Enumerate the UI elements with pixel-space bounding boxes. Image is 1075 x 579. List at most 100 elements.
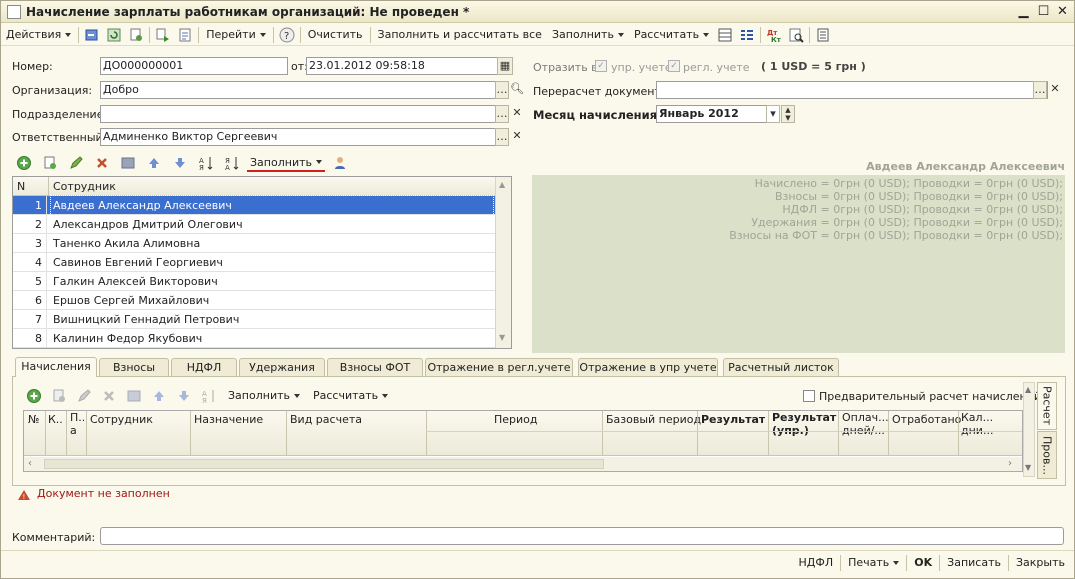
- comment-field[interactable]: [100, 527, 1064, 545]
- search-icon[interactable]: 🔍︎: [509, 81, 525, 99]
- chevron-down-icon[interactable]: ▾: [766, 105, 780, 123]
- clear-button[interactable]: Очистить: [303, 25, 368, 45]
- movements-icon[interactable]: [176, 26, 194, 44]
- description-icon[interactable]: [814, 26, 832, 44]
- edit-icon[interactable]: [75, 387, 93, 405]
- ok-button[interactable]: OK: [909, 553, 937, 573]
- column-header-employee[interactable]: Сотрудник: [90, 411, 153, 429]
- sort-asc-icon[interactable]: АЯ: [200, 387, 218, 405]
- tab-2[interactable]: Взносы: [99, 358, 169, 376]
- refresh-icon[interactable]: [105, 26, 123, 44]
- column-header-calendar-days[interactable]: Кал... дни...: [961, 411, 997, 437]
- scroll-thumb[interactable]: [44, 459, 604, 469]
- tab-7[interactable]: Отражение в упр учете: [578, 358, 718, 376]
- table-row[interactable]: 2 Александров Дмитрий Олегович: [13, 215, 495, 234]
- number-field[interactable]: ДО000000001: [100, 57, 288, 75]
- close-icon[interactable]: ✕: [1054, 4, 1071, 20]
- move-up-icon[interactable]: [145, 154, 163, 172]
- column-header-worked[interactable]: Отработано: [892, 411, 961, 429]
- column-header-calc-type[interactable]: Вид расчета: [290, 411, 362, 429]
- scroll-down-icon[interactable]: ▼: [1025, 463, 1031, 472]
- column-header-result-mgmt[interactable]: Результат (упр.): [772, 411, 838, 437]
- employees-fill-menu[interactable]: Заполнить: [247, 155, 325, 172]
- scroll-down-icon[interactable]: ▼: [499, 333, 505, 342]
- select-button[interactable]: …: [1033, 81, 1047, 99]
- move-up-icon[interactable]: [150, 387, 168, 405]
- scroll-right-icon[interactable]: ›: [1008, 458, 1012, 469]
- side-tab-postings[interactable]: Пров...: [1037, 431, 1057, 479]
- organization-field[interactable]: Добро: [100, 81, 497, 99]
- recalc-field[interactable]: [656, 81, 1048, 99]
- end-edit-icon[interactable]: [125, 387, 143, 405]
- scroll-up-icon[interactable]: ▲: [1025, 385, 1031, 394]
- select-button[interactable]: …: [495, 81, 509, 99]
- structure-icon[interactable]: [154, 26, 172, 44]
- tab-5[interactable]: Взносы ФОТ: [327, 358, 423, 376]
- table-row[interactable]: 1 Авдеев Александр Алексеевич: [13, 195, 495, 216]
- move-down-icon[interactable]: [171, 154, 189, 172]
- close-button[interactable]: Закрыть: [1011, 553, 1070, 573]
- column-header-purpose[interactable]: Назначение: [194, 411, 263, 429]
- accruals-hscrollbar[interactable]: ‹ ›: [24, 457, 1022, 471]
- edit-icon[interactable]: [67, 154, 85, 172]
- column-header-p[interactable]: П.. а: [70, 411, 84, 437]
- accruals-vscrollbar[interactable]: ▲ ▼: [1023, 382, 1035, 477]
- actions-menu[interactable]: Действия: [1, 25, 76, 45]
- ndfl-button[interactable]: НДФЛ: [794, 553, 839, 573]
- tab-3[interactable]: НДФЛ: [171, 358, 237, 376]
- clear-icon[interactable]: ✕: [509, 105, 525, 123]
- scroll-left-icon[interactable]: ‹: [28, 458, 32, 469]
- calendar-icon[interactable]: ▦: [497, 57, 513, 75]
- minimize-icon[interactable]: ▁: [1015, 4, 1032, 20]
- copy-row-icon[interactable]: [41, 154, 59, 172]
- fill-menu[interactable]: Заполнить: [547, 25, 629, 45]
- reflect-reg-checkbox[interactable]: ✓: [668, 60, 680, 72]
- end-edit-icon[interactable]: [119, 154, 137, 172]
- column-header-k[interactable]: К..: [48, 411, 66, 429]
- tab-1[interactable]: Начисления: [15, 357, 97, 377]
- save-button[interactable]: Записать: [942, 553, 1006, 573]
- table-view-icon[interactable]: [716, 26, 734, 44]
- select-button[interactable]: …: [495, 128, 509, 146]
- copy-row-icon[interactable]: [50, 387, 68, 405]
- clear-icon[interactable]: ✕: [1047, 81, 1063, 99]
- accruals-calculate-menu[interactable]: Рассчитать: [308, 386, 393, 406]
- responsible-field[interactable]: Админенко Виктор Сергеевич: [100, 128, 497, 146]
- scroll-up-icon[interactable]: ▲: [499, 180, 505, 189]
- add-icon[interactable]: [15, 154, 33, 172]
- table-row[interactable]: 7 Вишницкий Геннадий Петрович: [13, 310, 495, 329]
- print-menu[interactable]: Печать: [843, 553, 904, 573]
- calculate-menu[interactable]: Рассчитать: [629, 25, 714, 45]
- list-settings-icon[interactable]: [738, 26, 756, 44]
- accruals-fill-menu[interactable]: Заполнить: [223, 386, 305, 406]
- sort-desc-icon[interactable]: ЯА: [223, 154, 241, 172]
- tab-6[interactable]: Отражение в регл.учете: [425, 358, 573, 376]
- post-icon[interactable]: [83, 26, 101, 44]
- goto-menu[interactable]: Перейти: [201, 25, 271, 45]
- help-icon[interactable]: ?: [278, 26, 296, 44]
- column-header-employee[interactable]: Сотрудник: [53, 177, 453, 196]
- user-icon[interactable]: [331, 154, 349, 172]
- column-header-base-period[interactable]: Базовый период: [606, 411, 701, 429]
- delete-icon[interactable]: [100, 387, 118, 405]
- table-row[interactable]: 4 Савинов Евгений Георгиевич: [13, 253, 495, 272]
- column-header-num[interactable]: №: [28, 411, 39, 429]
- table-row[interactable]: 8 Калинин Федор Якубович: [13, 329, 495, 348]
- side-tab-calc[interactable]: Расчет: [1037, 382, 1057, 430]
- prelim-calc-checkbox[interactable]: [803, 390, 815, 402]
- fill-and-calculate-all-button[interactable]: Заполнить и рассчитать все: [373, 25, 547, 45]
- employees-scrollbar[interactable]: ▲ ▼: [495, 177, 511, 348]
- add-icon[interactable]: [25, 387, 43, 405]
- month-field[interactable]: Январь 2012: [656, 105, 768, 123]
- column-header-n[interactable]: N: [17, 177, 47, 196]
- department-field[interactable]: [100, 105, 497, 123]
- table-row[interactable]: 5 Галкин Алексей Викторович: [13, 272, 495, 291]
- delete-icon[interactable]: [93, 154, 111, 172]
- column-header-result[interactable]: Результат: [701, 411, 765, 429]
- reflect-mgmt-checkbox[interactable]: ✓: [595, 60, 607, 72]
- select-button[interactable]: …: [495, 105, 509, 123]
- column-header-paid-days[interactable]: Оплач... дней/...: [842, 411, 888, 437]
- table-row[interactable]: 6 Ершов Сергей Михайлович: [13, 291, 495, 310]
- month-spinner[interactable]: ▲ ▼: [781, 105, 795, 123]
- tab-8[interactable]: Расчетный листок: [723, 358, 839, 376]
